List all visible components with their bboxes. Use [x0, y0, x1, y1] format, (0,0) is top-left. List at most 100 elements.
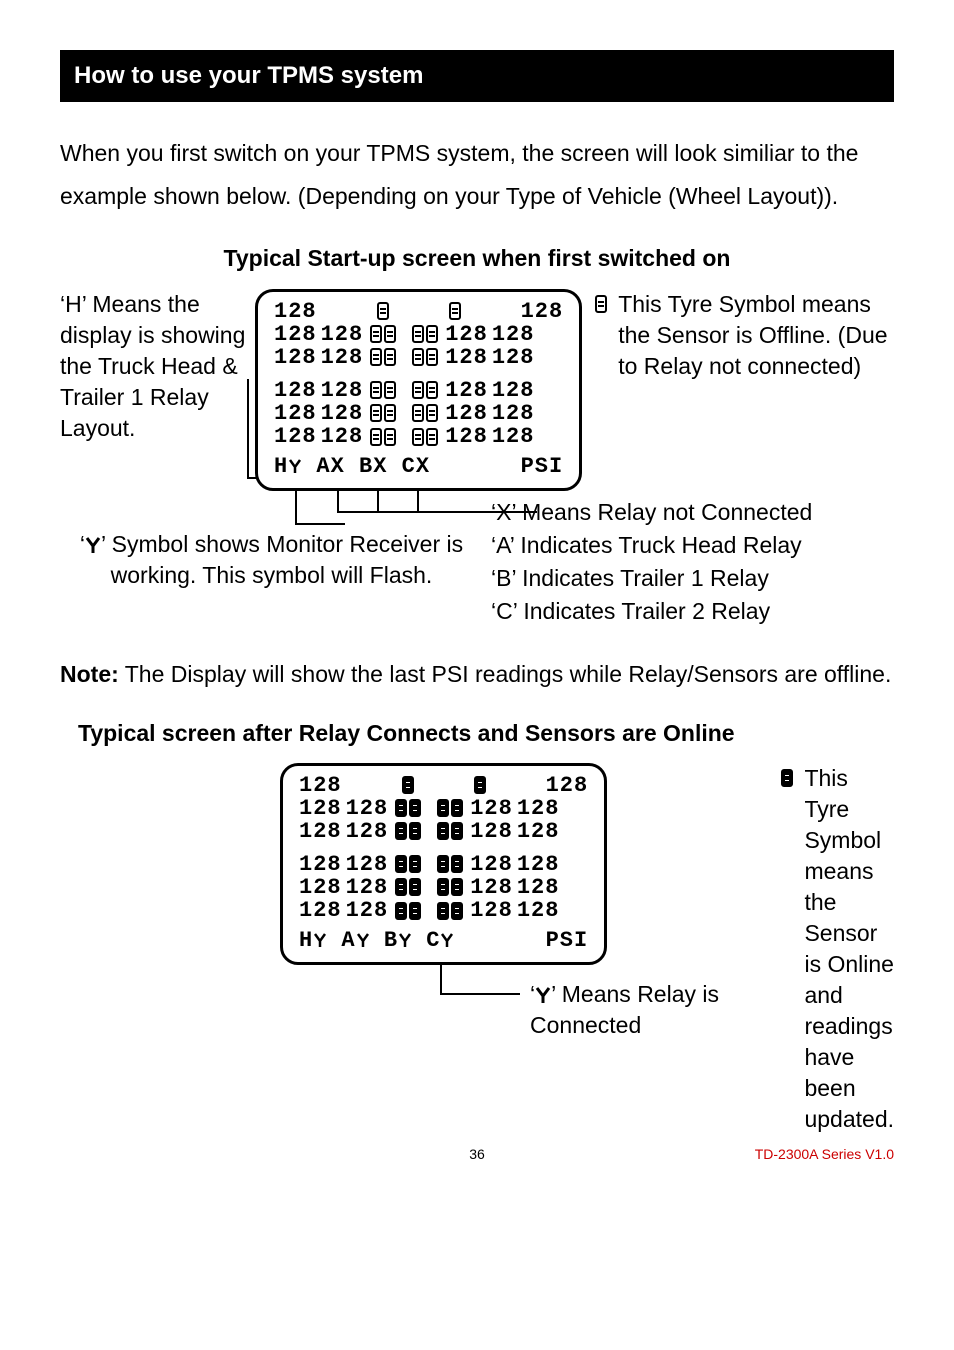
callout-c: ‘C’ Indicates Trailer 2 Relay [491, 596, 894, 627]
psi-reading: 128 [299, 853, 342, 876]
section-header: How to use your TPMS system [60, 50, 894, 102]
psi-reading: 128 [517, 876, 560, 899]
note-paragraph: Note: The Display will show the last PSI… [60, 653, 894, 696]
tyre-offline-icon [426, 381, 438, 399]
tyre-offline-icon [412, 428, 424, 446]
tyre-offline-icon [377, 302, 389, 320]
psi-reading: 128 [321, 346, 364, 369]
psi-reading: 128 [517, 853, 560, 876]
psi-reading: 128 [492, 346, 535, 369]
psi-reading: 128 [274, 346, 317, 369]
tyre-online-icon [437, 878, 449, 896]
tyre-online-icon [402, 776, 414, 794]
psi-reading: 128 [470, 853, 513, 876]
tyre-offline-icon [384, 404, 396, 422]
antenna-icon [288, 452, 302, 482]
tyre-offline-icon [384, 428, 396, 446]
online-tyre-text: This Tyre Symbol means the Sensor is Onl… [804, 763, 894, 1136]
tyre-online-icon [395, 902, 407, 920]
tyre-offline-icon [426, 404, 438, 422]
lcd-screen-offline: 128 128 128 128 128 [255, 289, 582, 491]
psi-reading: 128 [299, 876, 342, 899]
tyre-offline-icon [449, 302, 461, 320]
antenna-icon [313, 926, 327, 956]
psi-reading: 128 [445, 323, 488, 346]
status-unit: PSI [546, 926, 589, 956]
startup-heading: Typical Start-up screen when first switc… [60, 243, 894, 274]
tyre-online-icon [451, 855, 463, 873]
antenna-icon [356, 926, 370, 956]
tyre-online-icon [409, 878, 421, 896]
tyre-online-icon [395, 855, 407, 873]
psi-reading: 128 [299, 797, 342, 820]
tyre-offline-icon [370, 428, 382, 446]
callout-a: ‘A’ Indicates Truck Head Relay [491, 530, 894, 561]
psi-reading: 128 [517, 899, 560, 922]
tyre-online-icon [437, 902, 449, 920]
tyre-online-icon [409, 799, 421, 817]
h-callout: ‘H’ Means the display is showing the Tru… [60, 289, 247, 444]
offline-tyre-text: This Tyre Symbol means the Sensor is Off… [618, 289, 894, 382]
psi-reading: 128 [321, 379, 364, 402]
psi-reading: 128 [445, 425, 488, 448]
intro-paragraph: When you first switch on your TPMS syste… [60, 132, 894, 217]
psi-reading: 128 [346, 899, 389, 922]
tyre-offline-icon [384, 348, 396, 366]
psi-reading: 128 [274, 379, 317, 402]
page-number: 36 [338, 1145, 616, 1164]
callout-x: ‘X’ Means Relay not Connected [491, 497, 894, 528]
psi-reading: 128 [346, 853, 389, 876]
relay-callouts: ‘X’ Means Relay not Connected ‘A’ Indica… [483, 495, 894, 629]
psi-reading: 128 [492, 402, 535, 425]
tyre-online-icon [437, 855, 449, 873]
tyre-offline-icon [412, 348, 424, 366]
tyre-online-icon [437, 822, 449, 840]
psi-reading: 128 [546, 774, 589, 797]
psi-reading: 128 [445, 379, 488, 402]
status-h: H [274, 454, 288, 479]
psi-reading: 128 [321, 323, 364, 346]
antenna-icon [440, 926, 454, 956]
psi-reading: 128 [470, 899, 513, 922]
tyre-online-icon [409, 855, 421, 873]
status-h: H [299, 928, 313, 953]
tyre-online-icon [451, 822, 463, 840]
tyre-online-icon [781, 769, 793, 787]
tyre-offline-icon [426, 325, 438, 343]
psi-reading: 128 [521, 300, 564, 323]
psi-reading: 128 [321, 402, 364, 425]
tyre-offline-icon [370, 325, 382, 343]
psi-reading: 128 [492, 379, 535, 402]
note-label: Note: [60, 661, 119, 687]
tyre-online-icon [474, 776, 486, 794]
psi-reading: 128 [445, 402, 488, 425]
tyre-online-icon [451, 878, 463, 896]
antenna-icon [85, 529, 101, 560]
psi-reading: 128 [299, 774, 342, 797]
tyre-offline-icon [370, 381, 382, 399]
diagram-1: ‘H’ Means the display is showing the Tru… [60, 289, 894, 491]
psi-reading: 128 [445, 346, 488, 369]
tyre-online-icon [451, 799, 463, 817]
tyre-offline-icon [595, 295, 607, 313]
psi-reading: 128 [346, 820, 389, 843]
page-footer: 36 TD-2300A Series V1.0 [60, 1145, 894, 1164]
tyre-online-icon [409, 902, 421, 920]
status-relay-b: B [384, 928, 398, 953]
callout-b: ‘B’ Indicates Trailer 1 Relay [491, 563, 894, 594]
status-relays: AX BX CX [316, 454, 430, 479]
psi-reading: 128 [299, 820, 342, 843]
tyre-online-icon [395, 878, 407, 896]
tyre-offline-icon [370, 348, 382, 366]
tyre-online-icon [395, 822, 407, 840]
psi-reading: 128 [274, 323, 317, 346]
note-text: The Display will show the last PSI readi… [119, 661, 892, 687]
tyre-offline-icon [426, 348, 438, 366]
psi-reading: 128 [517, 797, 560, 820]
antenna-icon [398, 926, 412, 956]
doc-id: TD-2300A Series V1.0 [616, 1145, 894, 1164]
antenna-icon [535, 979, 551, 1010]
tyre-offline-icon [412, 325, 424, 343]
tyre-online-icon [451, 902, 463, 920]
offline-tyre-legend: This Tyre Symbol means the Sensor is Off… [594, 289, 894, 382]
